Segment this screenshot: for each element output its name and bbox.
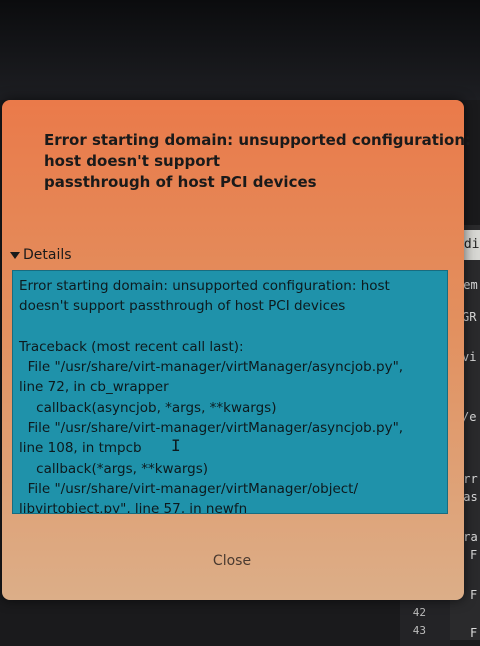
traceback-text: Error starting domain: unsupported confi… bbox=[19, 278, 404, 514]
background-text-line: F bbox=[470, 626, 478, 640]
line-number: 43 bbox=[412, 624, 426, 637]
background-text-line: vi bbox=[462, 350, 477, 364]
monitor-bezel bbox=[0, 0, 480, 100]
expander-triangle-icon bbox=[10, 251, 20, 259]
i-beam-cursor-icon: I bbox=[171, 436, 181, 455]
error-dialog: Error starting domain: unsupported confi… bbox=[2, 100, 472, 600]
background-text-line: F bbox=[470, 588, 478, 602]
error-message-line: Error starting domain: unsupported confi… bbox=[44, 131, 472, 149]
details-text-view[interactable]: Error starting domain: unsupported confi… bbox=[12, 270, 448, 514]
line-number: 42 bbox=[412, 606, 426, 619]
close-button[interactable]: Close bbox=[112, 546, 352, 576]
details-label: Details bbox=[23, 247, 72, 263]
background-text-line: /e bbox=[462, 410, 477, 424]
error-message-line: passthrough of host PCI devices bbox=[44, 173, 317, 191]
error-message: Error starting domain: unsupported confi… bbox=[44, 130, 472, 193]
details-expander[interactable]: Details bbox=[10, 245, 72, 265]
background-text-line: F bbox=[470, 548, 478, 562]
background-text-line: GR bbox=[462, 310, 477, 324]
error-message-line: host doesn't support bbox=[44, 152, 221, 170]
